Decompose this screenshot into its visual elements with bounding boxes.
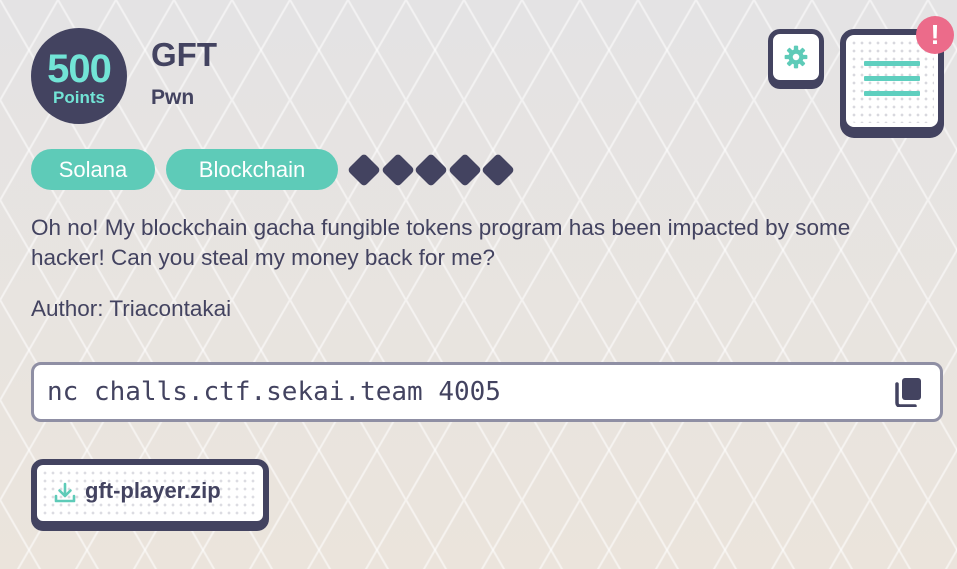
download-icon bbox=[54, 482, 76, 503]
difficulty-diamond bbox=[414, 153, 448, 187]
copy-icon[interactable] bbox=[894, 377, 922, 407]
points-label: Points bbox=[53, 88, 105, 107]
difficulty-diamond bbox=[481, 153, 515, 187]
tag-blockchain: Blockchain bbox=[166, 149, 338, 190]
challenge-description: Oh no! My blockchain gacha fungible toke… bbox=[31, 215, 851, 270]
points-value: 500 bbox=[47, 47, 112, 91]
difficulty-diamond bbox=[380, 153, 415, 187]
menu-icon bbox=[864, 61, 920, 106]
file-name: gft-player.zip bbox=[85, 478, 221, 503]
difficulty-indicator bbox=[347, 153, 516, 187]
difficulty-diamond bbox=[347, 153, 381, 187]
challenge-category: Pwn bbox=[151, 86, 195, 109]
challenge-author: Author: Triacontakai bbox=[31, 296, 232, 321]
alert-badge: ! bbox=[916, 16, 954, 54]
connection-command[interactable]: nc challs.ctf.sekai.team 4005 bbox=[47, 377, 501, 407]
gear-icon bbox=[784, 45, 808, 69]
difficulty-diamond bbox=[447, 153, 482, 187]
download-file-button[interactable]: gft-player.zip bbox=[31, 459, 269, 527]
tag-solana: Solana bbox=[31, 149, 155, 190]
connection-command-box[interactable]: nc challs.ctf.sekai.team 4005 bbox=[31, 362, 943, 422]
settings-button[interactable] bbox=[768, 29, 824, 85]
points-badge: 500 Points bbox=[31, 28, 127, 124]
challenge-title: GFT bbox=[151, 36, 217, 73]
